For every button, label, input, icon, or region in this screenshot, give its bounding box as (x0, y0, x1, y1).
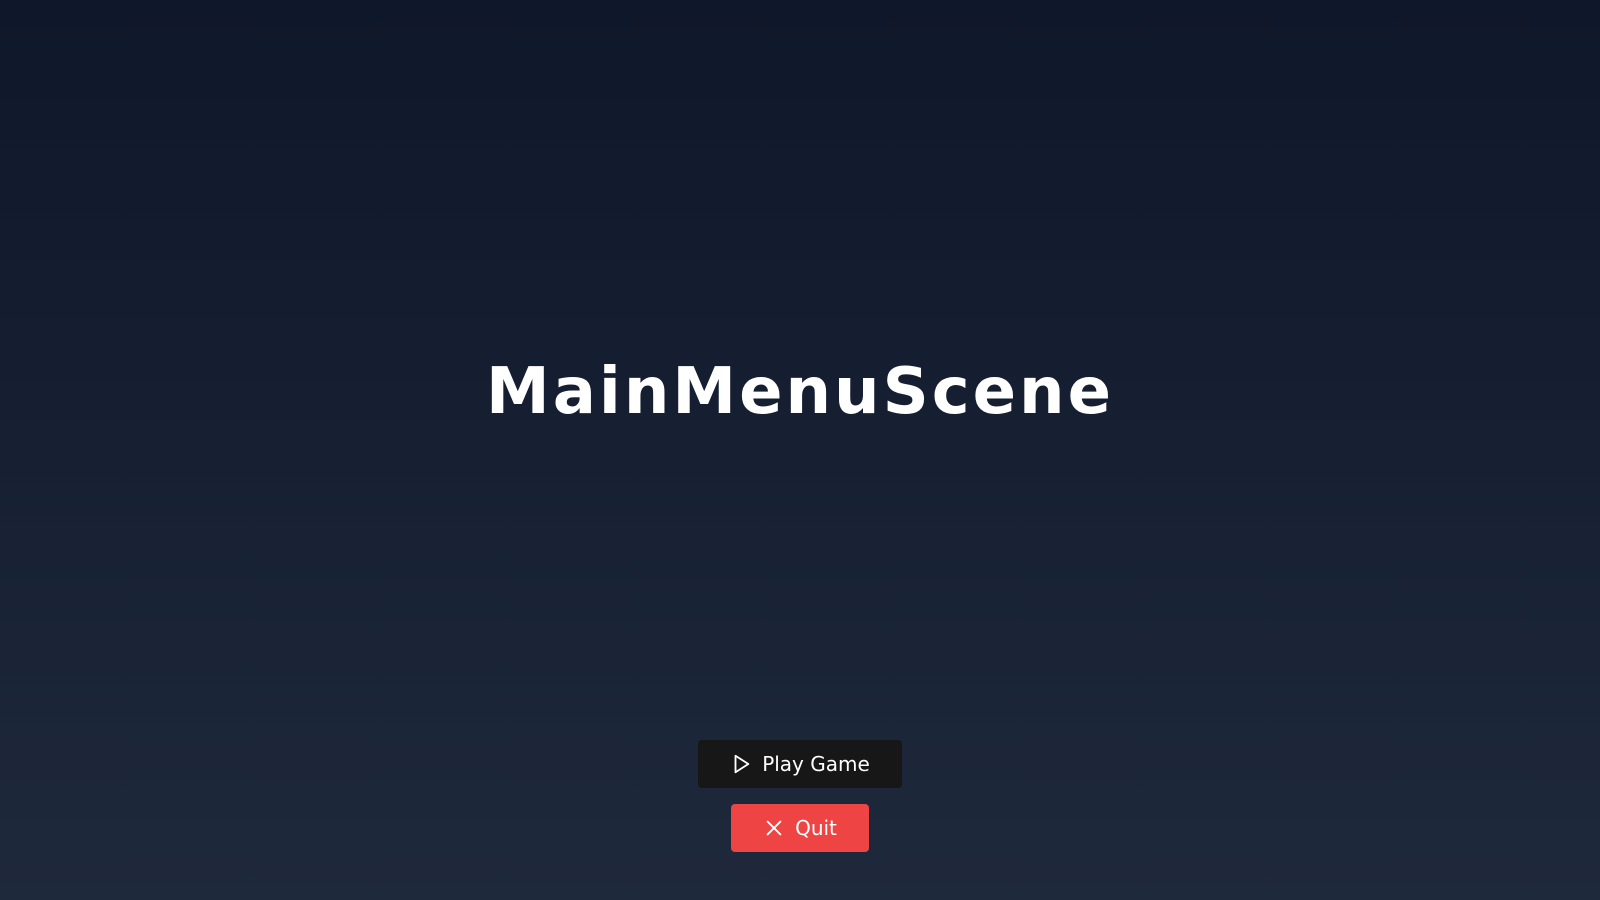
close-icon (763, 817, 785, 839)
scene-title: MainMenuScene (486, 355, 1114, 429)
quit-label: Quit (795, 816, 837, 840)
play-game-label: Play Game (762, 752, 870, 776)
main-menu-scene: MainMenuScene Play Game Quit (0, 0, 1600, 900)
play-icon (730, 753, 752, 775)
menu-buttons: Play Game Quit (0, 740, 1600, 852)
quit-button[interactable]: Quit (731, 804, 869, 852)
play-game-button[interactable]: Play Game (698, 740, 902, 788)
